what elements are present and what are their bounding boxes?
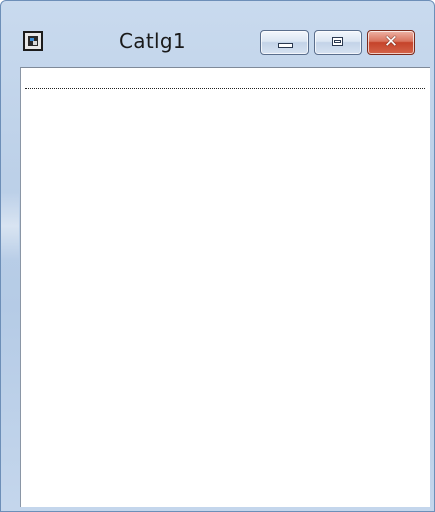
app-window-icon[interactable] bbox=[23, 31, 43, 51]
window-title: Catlg1 bbox=[119, 29, 186, 53]
app-icon-panel bbox=[33, 41, 37, 45]
maximize-icon bbox=[332, 37, 343, 46]
minimize-button[interactable] bbox=[260, 30, 309, 55]
app-icon-body bbox=[28, 36, 38, 46]
list-view[interactable] bbox=[20, 67, 430, 507]
close-button[interactable]: ✕ bbox=[367, 30, 415, 55]
window-frame-gloss bbox=[1, 191, 19, 261]
title-bar[interactable]: Catlg1 ✕ bbox=[1, 1, 434, 65]
maximize-button[interactable] bbox=[314, 30, 362, 55]
list-item-focus-row[interactable] bbox=[25, 88, 425, 89]
close-icon: ✕ bbox=[383, 32, 399, 52]
minimize-icon bbox=[278, 43, 293, 48]
catlg1-window: Catlg1 ✕ bbox=[0, 0, 435, 512]
